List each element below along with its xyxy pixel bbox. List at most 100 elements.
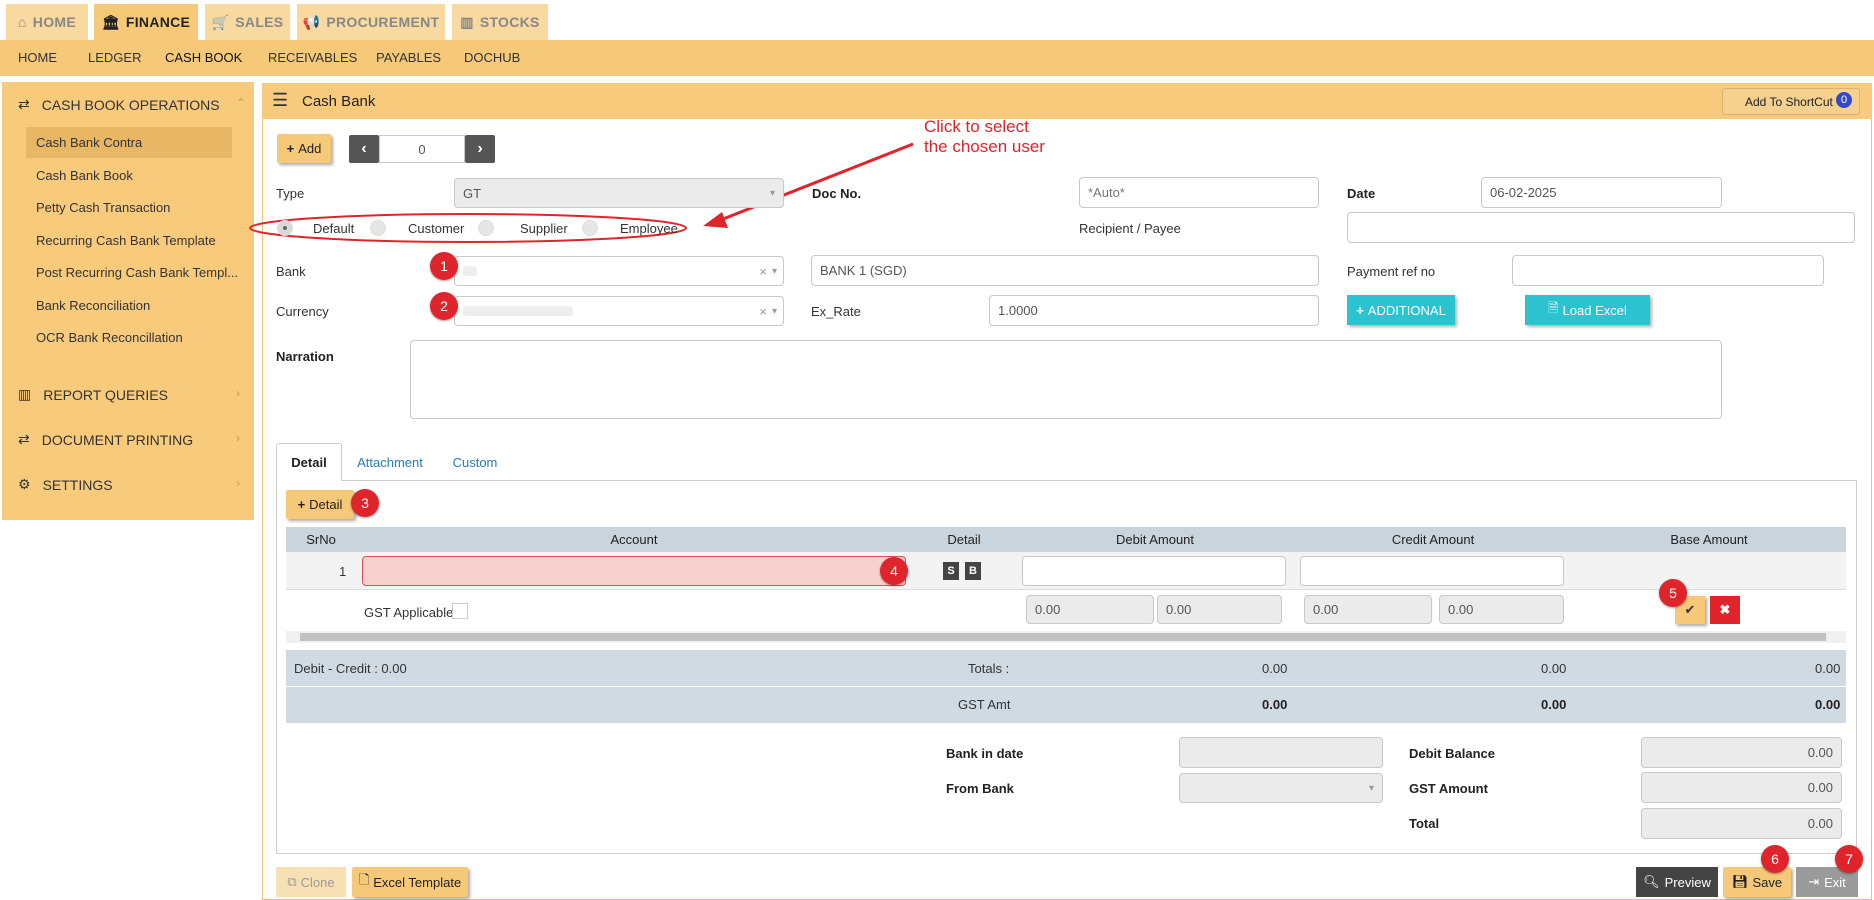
sidebar-item-post-recurring[interactable]: Post Recurring Cash Bank Templ... — [36, 265, 238, 280]
debit-credit-diff: Debit - Credit : 0.00 — [294, 661, 407, 676]
credit-amount-field[interactable] — [1300, 556, 1564, 586]
doc-no-field[interactable]: *Auto* — [1079, 177, 1319, 208]
subnav-dochub[interactable]: DOCHUB — [464, 50, 520, 65]
sidebar-section-document-printing[interactable]: ⇄ DOCUMENT PRINTING — [18, 431, 193, 448]
gst-credit-field-2[interactable]: 0.00 — [1439, 595, 1564, 624]
subnav-cash-book[interactable]: CASH BOOK — [165, 50, 242, 65]
radio-default-label: Default — [313, 221, 355, 236]
gst-amt-row — [286, 687, 1846, 723]
debit-amount-field[interactable] — [1022, 556, 1286, 586]
radio-employee[interactable] — [582, 220, 598, 236]
tab-attachment[interactable]: Attachment — [352, 443, 428, 481]
subnav-receivables[interactable]: RECEIVABLES — [268, 50, 357, 65]
sidebar-item-recurring-template[interactable]: Recurring Cash Bank Template — [36, 233, 216, 248]
narration-textarea[interactable] — [410, 340, 1722, 419]
module-tab-procurement[interactable]: 📢 PROCUREMENT — [297, 4, 445, 40]
bank-select[interactable]: × ▾ — [454, 256, 784, 286]
subnav-home[interactable]: HOME — [18, 50, 57, 65]
page-title: Cash Bank — [302, 93, 376, 110]
totals-row — [286, 650, 1846, 686]
currency-label: Currency — [276, 304, 329, 319]
delete-row-button[interactable]: ✖ — [1710, 596, 1740, 624]
totals-label: Totals : — [968, 661, 1010, 676]
clear-icon[interactable]: × — [759, 264, 767, 279]
debit-balance-field: 0.00 — [1641, 737, 1842, 768]
module-tab-sales[interactable]: 🛒 SALES — [205, 4, 290, 40]
sidebar-item-ocr-reconciliation[interactable]: OCR Bank Reconcillation — [36, 330, 183, 345]
blurred-value — [463, 266, 477, 276]
add-button[interactable]: + Add — [277, 134, 331, 163]
module-tab-home[interactable]: ⌂ HOME — [6, 4, 88, 40]
module-tab-stocks[interactable]: ▥ STOCKS — [452, 4, 548, 40]
gst-applicable-checkbox[interactable] — [452, 603, 468, 619]
clone-button[interactable]: ⧉ Clone — [276, 867, 346, 897]
gst-debit-field-1[interactable]: 0.00 — [1026, 595, 1154, 624]
sidebar-section-cash-book-operations[interactable]: ⇄ CASH BOOK OPERATIONS — [18, 96, 220, 113]
scrollbar-thumb[interactable] — [300, 633, 1826, 641]
total-debit: 0.00 — [1262, 661, 1288, 676]
total-credit: 0.00 — [1541, 661, 1567, 676]
gst-amt-label: GST Amt — [958, 697, 1011, 712]
record-index-field[interactable]: 0 — [379, 135, 465, 163]
additional-button[interactable]: + ADDITIONAL — [1347, 295, 1455, 325]
next-record-button[interactable]: › — [465, 135, 495, 163]
step-badge-6: 6 — [1761, 845, 1789, 873]
dropdown-caret-icon: ▾ — [771, 305, 777, 317]
recipient-field[interactable] — [1347, 212, 1855, 243]
gst-amt-debit: 0.00 — [1262, 697, 1288, 712]
total-base: 0.00 — [1815, 661, 1841, 676]
subnav-ledger[interactable]: LEDGER — [88, 50, 141, 65]
detail-s-button[interactable]: S — [943, 562, 959, 580]
bar-chart-icon: ▥ — [460, 13, 474, 30]
type-select[interactable]: GT ▾ — [454, 178, 784, 208]
gst-credit-field-1[interactable]: 0.00 — [1304, 595, 1432, 624]
sub-navigation: HOME LEDGER CASH BOOK RECEIVABLES PAYABL… — [0, 40, 1874, 76]
col-credit-amount: Credit Amount — [1294, 527, 1572, 552]
tab-detail[interactable]: Detail — [276, 443, 342, 481]
close-icon: ✖ — [1719, 602, 1731, 617]
gst-amount-label: GST Amount — [1409, 781, 1488, 796]
bank-in-date-field[interactable] — [1179, 737, 1383, 768]
ex-rate-field[interactable]: 1.0000 — [989, 295, 1319, 326]
from-bank-select[interactable]: ▾ — [1179, 773, 1383, 803]
gst-debit-field-2[interactable]: 0.00 — [1157, 595, 1282, 624]
dropdown-caret-icon: ▾ — [771, 265, 777, 277]
account-select[interactable] — [362, 556, 906, 586]
bank-name-field: BANK 1 (SGD) — [811, 255, 1319, 286]
detail-b-button[interactable]: B — [965, 562, 981, 580]
tab-custom[interactable]: Custom — [446, 443, 504, 481]
payment-ref-field[interactable] — [1512, 255, 1824, 286]
col-srno: SrNo — [286, 527, 356, 552]
sidebar-item-bank-reconciliation[interactable]: Bank Reconciliation — [36, 298, 150, 313]
col-base-amount: Base Amount — [1572, 527, 1846, 552]
bar-chart-icon: ▥ — [18, 386, 32, 402]
annotation-text: Click to select the chosen user — [924, 117, 1045, 156]
clear-icon[interactable]: × — [759, 304, 767, 319]
sidebar-item-petty-cash[interactable]: Petty Cash Transaction — [36, 200, 170, 215]
radio-customer[interactable] — [370, 220, 386, 236]
subnav-payables[interactable]: PAYABLES — [376, 50, 441, 65]
sidebar-section-settings[interactable]: ⚙ SETTINGS — [18, 476, 113, 493]
sidebar-item-cash-bank-book[interactable]: Cash Bank Book — [36, 168, 133, 183]
load-excel-button[interactable]: 🗎 Load Excel — [1525, 295, 1650, 325]
sidebar-section-report-queries[interactable]: ▥ REPORT QUERIES — [18, 386, 168, 403]
radio-supplier[interactable] — [478, 220, 494, 236]
chevron-left-icon: ‹ — [361, 140, 367, 157]
debit-balance-label: Debit Balance — [1409, 746, 1495, 761]
gst-applicable-label: GST Applicable — [364, 605, 454, 620]
file-icon: 🗋 — [358, 872, 370, 887]
horizontal-scrollbar[interactable] — [286, 631, 1846, 643]
payment-ref-label: Payment ref no — [1347, 264, 1436, 279]
ex-rate-label: Ex_Rate — [811, 304, 861, 319]
module-tab-finance[interactable]: 🏛 FINANCE — [94, 4, 198, 40]
hamburger-menu-icon[interactable]: ☰ — [272, 90, 288, 111]
date-field[interactable]: 06-02-2025 — [1481, 177, 1722, 208]
excel-template-button[interactable]: 🗋 Excel Template — [352, 867, 468, 897]
prev-record-button[interactable]: ‹ — [349, 135, 379, 163]
add-detail-button[interactable]: + Detail — [286, 490, 354, 519]
row-srno: 1 — [339, 564, 347, 579]
preview-button[interactable]: 🔍︎ Preview — [1636, 867, 1718, 897]
radio-default[interactable] — [277, 220, 293, 236]
currency-select[interactable]: × ▾ — [454, 296, 784, 326]
radio-supplier-label: Supplier — [520, 221, 568, 236]
